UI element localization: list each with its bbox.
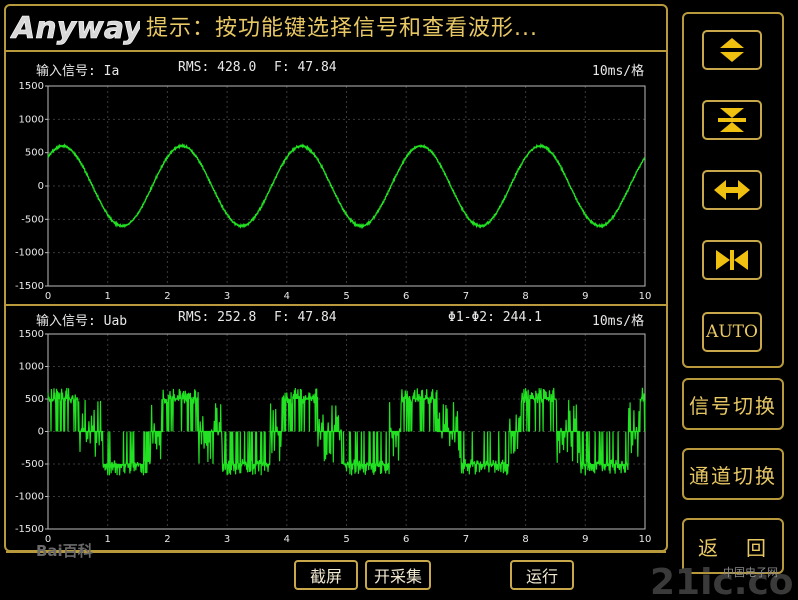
- x-tick-label: 0: [45, 291, 51, 300]
- panel2-phase: Φ1-Φ2: 244.1: [448, 310, 542, 325]
- x-tick-label: 6: [403, 291, 409, 300]
- x-tick-label: 9: [582, 291, 588, 300]
- y-tick-label: 1000: [19, 114, 44, 125]
- panel1-frequency: F: 47.84: [274, 60, 337, 75]
- y-tick-label: -1000: [15, 492, 44, 503]
- arrow-left-right-icon: [712, 176, 752, 204]
- hint-text: 提示：按功能键选择信号和查看波形...: [146, 10, 538, 42]
- svg-text:Anyway: Anyway: [10, 11, 140, 46]
- x-tick-label: 6: [403, 534, 409, 545]
- x-tick-label: 4: [284, 291, 290, 300]
- panel2-rms: RMS: 252.8: [178, 310, 256, 325]
- x-tick-label: 4: [284, 534, 290, 545]
- y-tick-label: -500: [21, 214, 44, 225]
- x-tick-label: 9: [582, 534, 588, 545]
- arrow-converge-vertical-icon: [712, 106, 752, 134]
- site-watermark-text: 中国电子网: [723, 564, 778, 580]
- panel1-rms: RMS: 428.0: [178, 60, 256, 75]
- y-tick-label: 500: [25, 148, 44, 159]
- panel2-frequency: F: 47.84: [274, 310, 337, 325]
- waveform-plot-ia: 150010005000-500-1000-15000 1 2 3 4 5 6 7 8 9 10: [0, 76, 660, 300]
- y-tick-label: 500: [25, 394, 44, 405]
- arrow-up-down-icon: [712, 36, 752, 64]
- footer-divider: [6, 551, 666, 553]
- anyway-logo: Anyway: [10, 8, 140, 48]
- y-tick-label: 1000: [19, 362, 44, 373]
- start-capture-button[interactable]: 开采集: [365, 560, 431, 590]
- header-divider: [6, 50, 666, 52]
- x-tick-label: 1: [105, 534, 111, 545]
- y-tick-label: 1500: [19, 81, 44, 92]
- arrow-converge-horizontal-icon: [712, 246, 752, 274]
- vertical-zoom-out-button[interactable]: [702, 100, 762, 140]
- horizontal-zoom-out-button[interactable]: [702, 240, 762, 280]
- y-tick-label: -1500: [15, 281, 44, 292]
- x-tick-label: 2: [164, 534, 170, 545]
- channel-switch-button[interactable]: 通道切换: [682, 448, 784, 500]
- x-tick-label: 7: [463, 291, 469, 300]
- signal-switch-button[interactable]: 信号切换: [682, 378, 784, 430]
- horizontal-zoom-in-button[interactable]: [702, 170, 762, 210]
- x-tick-label: 8: [522, 534, 528, 545]
- x-tick-label: 8: [522, 291, 528, 300]
- x-tick-label: 5: [343, 291, 349, 300]
- waveform-plot-uab: 150010005000-500-1000-15000 1 2 3 4 5 6 7 8 9 10: [0, 324, 660, 550]
- y-tick-label: 0: [38, 427, 44, 438]
- y-tick-label: -1000: [15, 248, 44, 259]
- y-tick-label: -500: [21, 459, 44, 470]
- screenshot-button[interactable]: 截屏: [294, 560, 358, 590]
- baidu-watermark: Bai百科: [36, 540, 93, 561]
- panel-divider: [6, 304, 666, 306]
- run-button[interactable]: 运行: [510, 560, 574, 590]
- x-tick-label: 10: [639, 291, 652, 300]
- y-tick-label: 0: [38, 181, 44, 192]
- x-tick-label: 3: [224, 534, 230, 545]
- y-tick-label: 1500: [19, 329, 44, 340]
- x-tick-label: 1: [105, 291, 111, 300]
- vertical-zoom-in-button[interactable]: [702, 30, 762, 70]
- x-tick-label: 2: [164, 291, 170, 300]
- auto-scale-button[interactable]: AUTO: [702, 312, 762, 352]
- x-tick-label: 3: [224, 291, 230, 300]
- y-tick-label: -1500: [15, 524, 44, 535]
- x-tick-label: 5: [343, 534, 349, 545]
- x-tick-label: 7: [463, 534, 469, 545]
- x-tick-label: 10: [639, 534, 652, 545]
